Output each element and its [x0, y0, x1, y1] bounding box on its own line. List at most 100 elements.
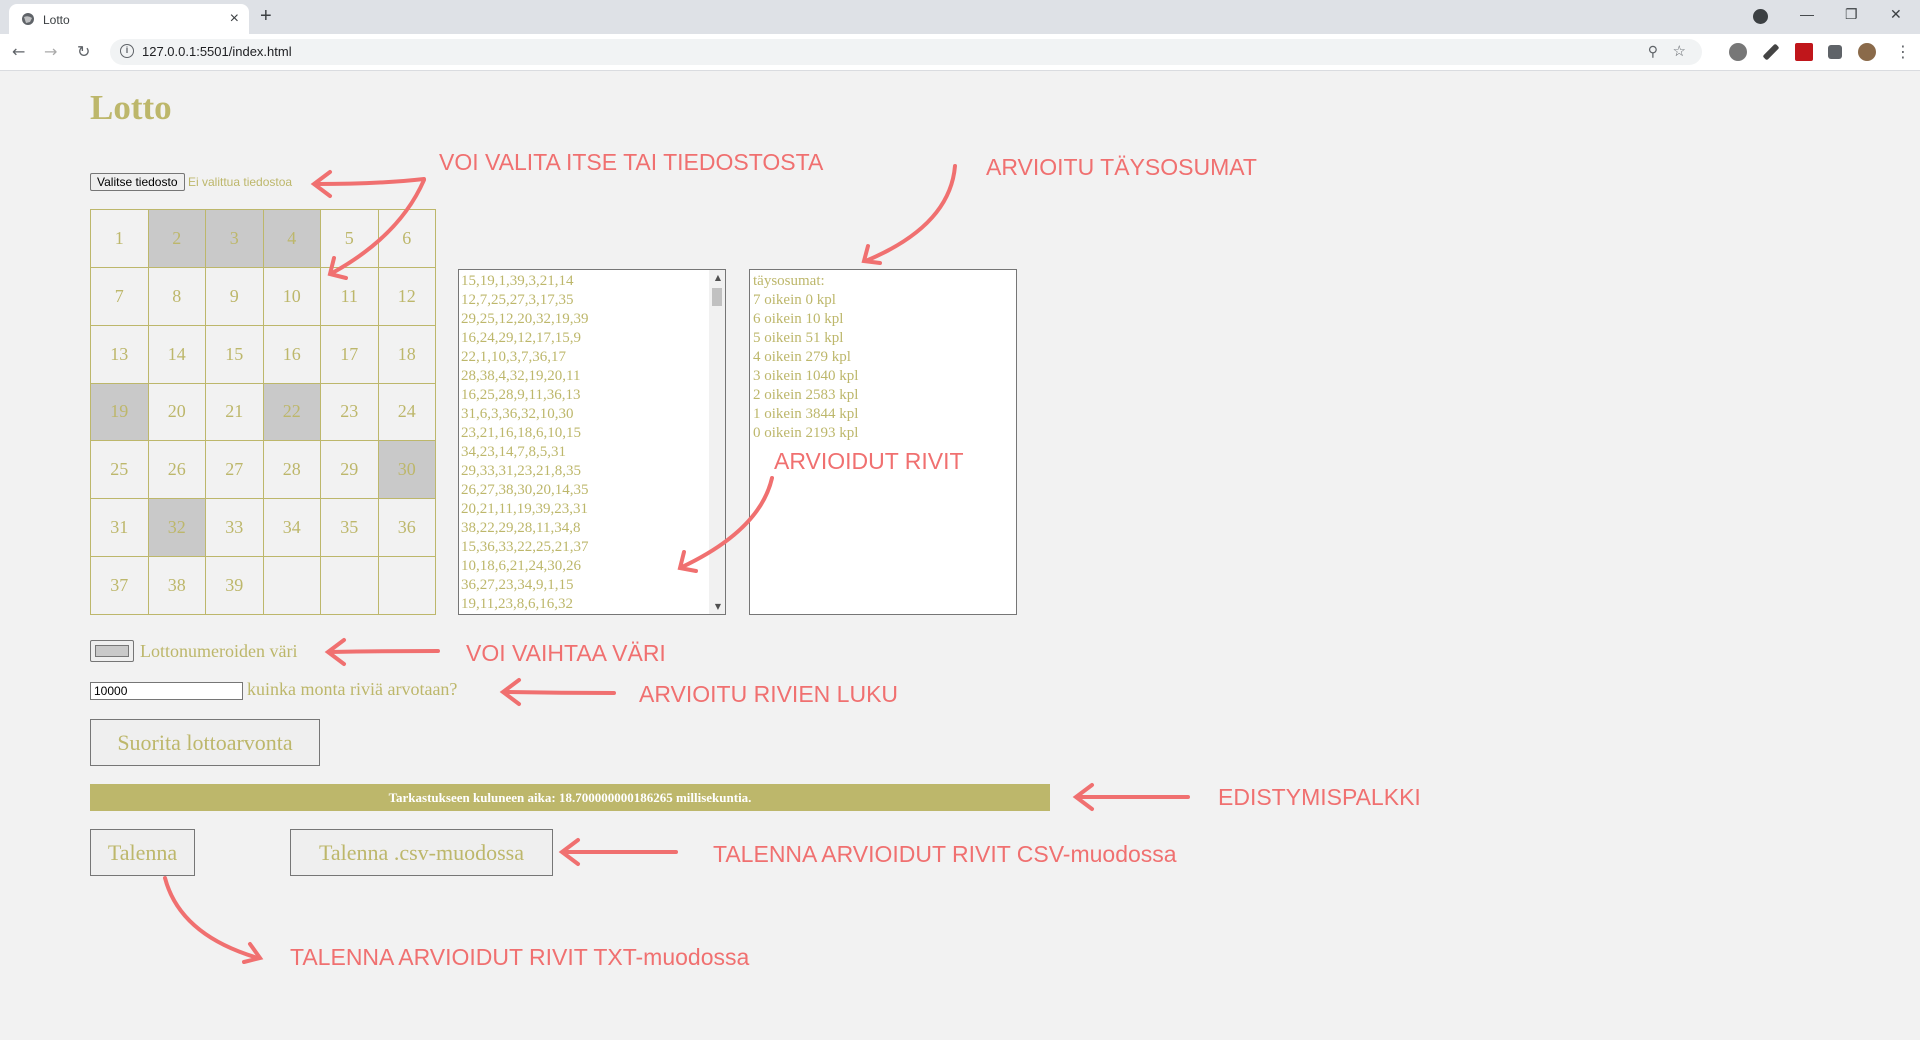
run-lottery-button[interactable]: Suorita lottoarvonta — [90, 719, 320, 766]
restore-icon[interactable]: ❐ — [1845, 6, 1858, 23]
arrow-to-count — [503, 690, 616, 695]
choose-file-button[interactable]: Valitse tiedosto — [90, 173, 185, 191]
number-cell[interactable]: 22 — [263, 383, 321, 442]
address-bar[interactable]: i 127.0.0.1:5501/index.html ⚲ ☆ — [110, 39, 1702, 65]
number-cell[interactable]: 6 — [378, 210, 436, 268]
scroll-thumb[interactable] — [712, 288, 722, 306]
number-cell[interactable]: 7 — [91, 267, 149, 326]
annotation-hits: ARVIOITU TÄYSOSUMAT — [986, 154, 1257, 180]
annotation-rows: ARVIOIDUT RIVIT — [774, 448, 964, 474]
tab-search-icon[interactable] — [1753, 9, 1768, 24]
rows-textarea[interactable]: 15,19,1,39,3,21,14 12,7,25,27,3,17,35 29,2… — [458, 269, 726, 615]
number-cell[interactable]: 29 — [321, 441, 379, 500]
scrollbar[interactable]: ▲ ▼ — [709, 270, 725, 614]
scroll-up-icon[interactable]: ▲ — [715, 273, 721, 282]
bookmark-star-icon[interactable]: ☆ — [1673, 42, 1686, 60]
back-icon[interactable]: ← — [12, 42, 25, 61]
row-item: 15,19,1,39,3,21,14 — [461, 273, 574, 289]
color-picker[interactable] — [90, 640, 134, 662]
number-cell[interactable]: 18 — [378, 325, 436, 384]
result-line: 1 oikein 3844 kpl — [753, 406, 859, 422]
rows-list: 15,19,1,39,3,21,14 12,7,25,27,3,17,35 29,2… — [461, 272, 589, 614]
tab-strip: Lotto × + — ❐ ✕ — [0, 0, 1920, 34]
empty-cell — [263, 557, 321, 615]
row-item: 19,11,23,8,6,16,32 — [461, 596, 573, 612]
number-cell[interactable]: 2 — [148, 210, 206, 268]
number-cell[interactable]: 19 — [91, 383, 149, 442]
number-cell[interactable]: 32 — [148, 499, 206, 558]
number-cell[interactable]: 5 — [321, 210, 379, 268]
page-title: Lotto — [90, 88, 172, 127]
progress-bar: Tarkastukseen kuluneen aika: 18.70000000… — [90, 784, 1050, 811]
number-cell[interactable]: 10 — [263, 267, 321, 326]
row-item: 29,33,31,23,21,8,35 — [461, 463, 581, 479]
extension-globe-icon[interactable] — [1729, 43, 1747, 61]
save-txt-button[interactable]: Talenna — [90, 829, 195, 876]
number-cell[interactable]: 36 — [378, 499, 436, 558]
number-cell[interactable]: 13 — [91, 325, 149, 384]
number-cell[interactable]: 9 — [206, 267, 264, 326]
annotation-csv: TALENNA ARVIOIDUT RIVIT CSV-muodossa — [713, 841, 1177, 867]
number-cell[interactable]: 27 — [206, 441, 264, 500]
row-item: 10,18,6,21,24,30,26 — [461, 558, 581, 574]
number-cell[interactable]: 16 — [263, 325, 321, 384]
number-cell[interactable]: 11 — [321, 267, 379, 326]
save-csv-button[interactable]: Talenna .csv-muodossa — [290, 829, 553, 876]
row-item: 16,25,28,9,11,36,13 — [461, 387, 581, 403]
browser-tab[interactable]: Lotto × — [9, 4, 249, 34]
empty-cell — [378, 557, 436, 615]
number-cell[interactable]: 31 — [91, 499, 149, 558]
number-cell[interactable]: 17 — [321, 325, 379, 384]
number-cell[interactable]: 15 — [206, 325, 264, 384]
number-grid: 1 2 3 4 5 6 7 8 9 10 11 12 13 14 15 16 17 18 19 20 21 22 23 24 2… — [90, 209, 436, 615]
zoom-icon[interactable]: ⚲ — [1648, 43, 1658, 60]
number-cell[interactable]: 28 — [263, 441, 321, 500]
site-info-icon[interactable]: i — [120, 44, 134, 58]
result-line: 3 oikein 1040 kpl — [753, 368, 859, 384]
number-cell[interactable]: 39 — [206, 557, 264, 615]
number-cell[interactable]: 3 — [206, 210, 264, 268]
number-cell[interactable]: 38 — [148, 557, 206, 615]
number-cell[interactable]: 34 — [263, 499, 321, 558]
result-line: 4 oikein 279 kpl — [753, 349, 851, 365]
number-cell[interactable]: 33 — [206, 499, 264, 558]
number-cell[interactable]: 4 — [263, 210, 321, 268]
number-cell[interactable]: 26 — [148, 441, 206, 500]
row-item: 16,24,29,12,17,15,9 — [461, 330, 581, 346]
forward-icon[interactable]: → — [44, 42, 57, 61]
arrow-to-file — [314, 177, 426, 186]
results-textarea[interactable]: täysosumat: 7 oikein 0 kpl 6 oikein 10 kp… — [749, 269, 1017, 615]
url-text: 127.0.0.1:5501/index.html — [142, 44, 292, 59]
number-cell[interactable]: 14 — [148, 325, 206, 384]
kebab-menu-icon[interactable]: ⋮ — [1895, 42, 1911, 61]
row-item: 22,1,10,3,7,36,17 — [461, 349, 566, 365]
number-cell[interactable]: 25 — [91, 441, 149, 500]
number-cell[interactable]: 37 — [91, 557, 149, 615]
puzzle-icon[interactable] — [1828, 45, 1842, 59]
number-cell[interactable]: 35 — [321, 499, 379, 558]
number-cell[interactable]: 12 — [378, 267, 436, 326]
pdf-icon[interactable] — [1795, 43, 1813, 61]
row-item: 29,25,12,20,32,19,39 — [461, 311, 589, 327]
minimize-icon[interactable]: — — [1800, 6, 1814, 22]
close-tab-icon[interactable]: × — [230, 10, 239, 28]
number-cell[interactable]: 23 — [321, 383, 379, 442]
number-cell[interactable]: 24 — [378, 383, 436, 442]
row-item: 36,27,23,34,9,1,15 — [461, 577, 574, 593]
results-title: täysosumat: — [753, 273, 825, 289]
new-tab-button[interactable]: + — [260, 5, 272, 28]
row-item: 12,7,25,27,3,17,35 — [461, 292, 574, 308]
number-cell[interactable]: 8 — [148, 267, 206, 326]
reload-icon[interactable]: ↻ — [77, 42, 90, 61]
number-cell[interactable]: 30 — [378, 441, 436, 500]
globe-icon — [22, 13, 34, 25]
profile-avatar-icon[interactable] — [1858, 43, 1876, 61]
scroll-down-icon[interactable]: ▼ — [715, 602, 721, 611]
row-item: 23,21,16,18,6,10,15 — [461, 425, 581, 441]
window-close-icon[interactable]: ✕ — [1890, 6, 1902, 23]
row-item: 28,38,4,32,19,20,11 — [461, 368, 581, 384]
row-count-input[interactable]: 10000 — [90, 682, 243, 700]
number-cell[interactable]: 20 — [148, 383, 206, 442]
number-cell[interactable]: 1 — [91, 210, 149, 268]
number-cell[interactable]: 21 — [206, 383, 264, 442]
